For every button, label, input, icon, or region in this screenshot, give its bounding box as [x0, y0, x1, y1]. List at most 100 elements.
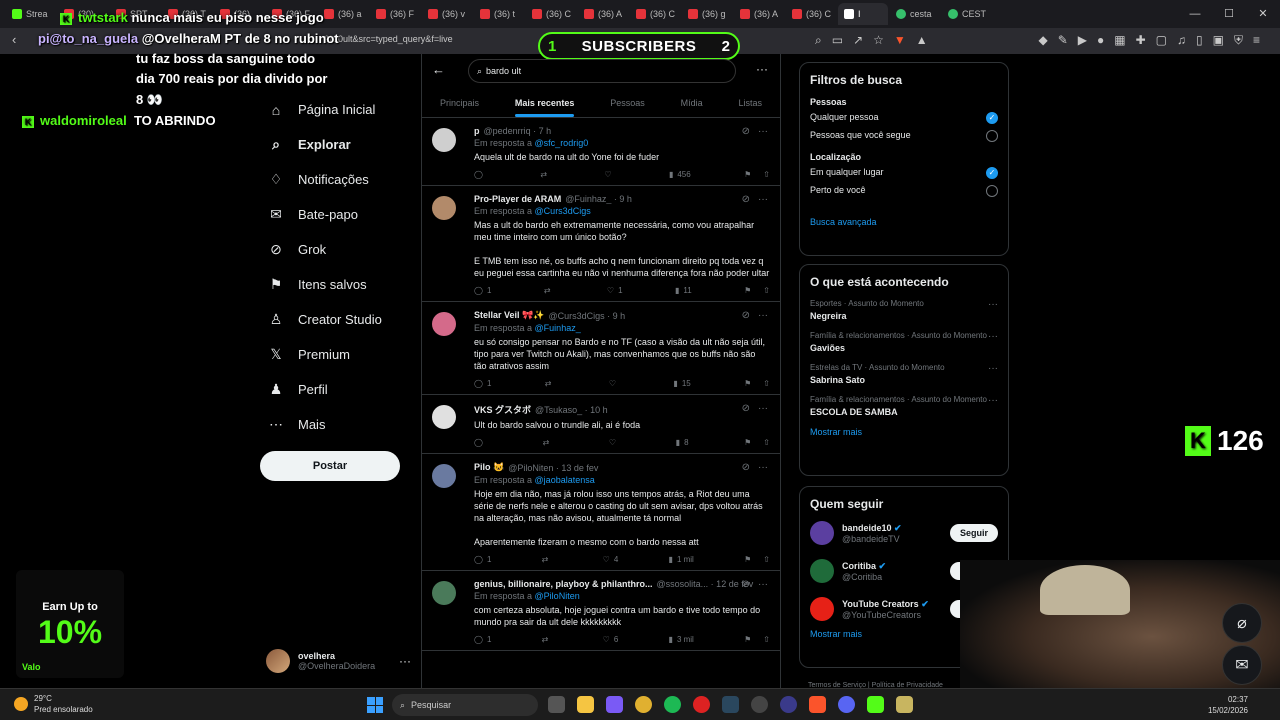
views-button[interactable]: ▮ 15	[673, 379, 690, 388]
browser-tab[interactable]: (36) g	[682, 3, 732, 25]
more-icon[interactable]: ···	[758, 194, 768, 205]
browser-tab[interactable]: (36) F	[370, 3, 420, 25]
tab-principais[interactable]: Principais	[440, 86, 479, 117]
views-button[interactable]: ▮ 3 mil	[669, 635, 694, 644]
retweet-button[interactable]: ⇄	[540, 170, 551, 179]
search-box[interactable]: ⌕	[468, 59, 736, 83]
browser-tab[interactable]: I	[838, 3, 888, 25]
views-button[interactable]: ▮ 1 mil	[669, 555, 694, 564]
kick-app-icon[interactable]	[867, 696, 884, 713]
like-button[interactable]: ♡	[604, 170, 615, 179]
brave-icon[interactable]	[809, 696, 826, 713]
avatar[interactable]	[432, 405, 456, 429]
file-explorer-icon[interactable]	[577, 696, 594, 713]
grok-icon[interactable]: ⊘	[742, 310, 750, 321]
more-icon[interactable]: ···	[758, 579, 768, 590]
taskbar-search[interactable]: ⌕ Pesquisar	[392, 694, 538, 716]
browser-tab[interactable]: (36) A	[578, 3, 628, 25]
weather-widget[interactable]: 29°C Pred ensolarado	[14, 693, 93, 715]
url-text[interactable]: %20ult&src=typed_query&f=live	[325, 34, 453, 44]
avatar[interactable]	[432, 581, 456, 605]
bookmark-icon[interactable]: ⚑	[744, 379, 751, 388]
task-view-icon[interactable]	[548, 696, 565, 713]
nav-item-creator-studio[interactable]: ♙ Creator Studio	[260, 302, 410, 337]
more-icon[interactable]: ···	[758, 310, 768, 321]
share-icon[interactable]: ⇧	[763, 555, 770, 564]
reply-button[interactable]: ◯	[474, 438, 487, 447]
tweet-author-name[interactable]: p	[474, 126, 480, 136]
more-icon[interactable]: ···	[756, 62, 768, 76]
browser-tab[interactable]: Strea	[6, 3, 56, 25]
reply-button[interactable]: ◯ 1	[474, 379, 491, 388]
puzzle-icon[interactable]: ✚	[1136, 33, 1146, 48]
minimize-icon[interactable]: —	[1178, 0, 1212, 28]
more-icon[interactable]: ···	[758, 403, 768, 414]
browser-tab[interactable]: CEST	[942, 3, 992, 25]
reply-mention-link[interactable]: @PiloNiten	[535, 591, 580, 601]
nav-item-explorar[interactable]: ⌕ Explorar	[260, 127, 410, 162]
account-switcher[interactable]: ovelhera @OvelheraDoidera ···	[266, 645, 411, 677]
nav-item-perfil[interactable]: ♟ Perfil	[260, 372, 410, 407]
vpn-icon[interactable]: ⛨	[1234, 33, 1243, 48]
bookmark-icon[interactable]: ⚑	[744, 438, 751, 447]
post-button[interactable]: Postar	[260, 451, 400, 481]
share-icon[interactable]: ⇧	[763, 438, 770, 447]
grok-icon[interactable]: ⊘	[742, 403, 750, 414]
spotify-icon[interactable]	[664, 696, 681, 713]
sidebar-toggle-icon[interactable]: ▯	[1196, 33, 1203, 48]
browser-tab[interactable]: cesta	[890, 3, 940, 25]
brave-shield-icon[interactable]: ▼	[894, 33, 906, 48]
back-nav-icon[interactable]: ‹	[12, 32, 16, 47]
browser-tab[interactable]: (36) C	[786, 3, 836, 25]
like-button[interactable]: ♡ 1	[607, 286, 623, 295]
avatar[interactable]	[810, 559, 834, 583]
reply-mention-link[interactable]: @Fuinhaz_	[535, 323, 581, 333]
reply-button[interactable]: ◯ 1	[474, 635, 491, 644]
grok-icon[interactable]: ⊘	[742, 194, 750, 205]
grok-icon[interactable]: ⊘	[742, 579, 750, 590]
extension-icon[interactable]: ▦	[1114, 33, 1125, 48]
rewards-icon[interactable]: ▲	[916, 33, 928, 48]
sidebar-icon[interactable]: ▢	[1156, 33, 1167, 48]
reply-button[interactable]: ◯ 1	[474, 555, 491, 564]
bookmark-icon[interactable]: ⚑	[744, 170, 751, 179]
nav-item-itens-salvos[interactable]: ⚑ Itens salvos	[260, 267, 410, 302]
filter-option[interactable]: Perto de você	[810, 185, 998, 197]
reply-mention-link[interactable]: @jaobalatensa	[535, 475, 595, 485]
radio-unchecked-icon[interactable]	[986, 130, 998, 142]
tweet[interactable]: ⊘ ··· Pilo 😺 @PiloNiten · 13 de fev Em respo…	[422, 454, 780, 571]
bookmark-icon[interactable]: ⚑	[744, 286, 751, 295]
radio-checked-icon[interactable]: ✓	[986, 112, 998, 124]
extension-icon[interactable]: ◆	[1038, 33, 1047, 48]
nav-item-p-gina-inicial[interactable]: ⌂ Página Inicial	[260, 92, 410, 127]
reply-button[interactable]: ◯ 1	[474, 286, 491, 295]
trend-item[interactable]: Família & relacionamentos · Assunto do M…	[810, 395, 998, 417]
start-menu-icon[interactable]	[367, 697, 383, 713]
views-button[interactable]: ▮ 456	[669, 170, 691, 179]
follow-button[interactable]: Seguir	[949, 524, 998, 542]
nav-item-notifica-es[interactable]: ♢ Notificações	[260, 162, 410, 197]
trend-item[interactable]: Estrelas da TV · Assunto do Momento Sabri…	[810, 363, 998, 385]
share-icon[interactable]: ⇧	[763, 635, 770, 644]
extension-icon[interactable]: ●	[1097, 33, 1104, 48]
tweet-author-name[interactable]: genius, billionaire, playboy & philanthr…	[474, 579, 653, 589]
more-icon[interactable]: ···	[988, 299, 998, 310]
taskbar-clock[interactable]: 02:37 15/02/2026	[1208, 694, 1248, 716]
tweet[interactable]: ⊘ ··· Pro-Player de ARAM @Fuinhaz_ · 9 h Em …	[422, 186, 780, 302]
like-button[interactable]: ♡	[609, 438, 620, 447]
app-icon[interactable]	[780, 696, 797, 713]
trend-item[interactable]: Esportes · Assunto do Momento Negreira ···	[810, 299, 998, 321]
filter-option[interactable]: Pessoas que você segue	[810, 130, 998, 142]
tweet[interactable]: ⊘ ··· Stellar Veil 🎀✨ @Curs3dCigs · 9 h Em r…	[422, 302, 780, 395]
share-icon[interactable]: ⇧	[763, 170, 770, 179]
more-icon[interactable]: ···	[988, 363, 998, 374]
share-icon[interactable]: ⇧	[763, 286, 770, 295]
messages-floating-icon[interactable]: ✉	[1222, 645, 1262, 685]
tweet-author-name[interactable]: Pilo 😺	[474, 462, 504, 473]
retweet-button[interactable]: ⇄	[545, 379, 556, 388]
browser-tab[interactable]: (36) A	[734, 3, 784, 25]
more-icon[interactable]: ···	[988, 331, 998, 342]
avatar[interactable]	[810, 597, 834, 621]
chrome-icon[interactable]	[635, 696, 652, 713]
browser-tab[interactable]: (36) a	[318, 3, 368, 25]
